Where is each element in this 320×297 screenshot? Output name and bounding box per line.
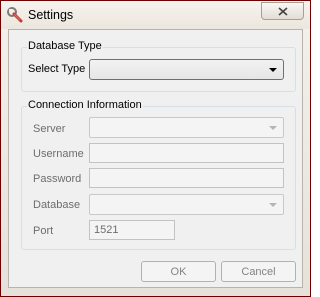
select-type-label: Select Type [28, 63, 86, 75]
password-label: Password [33, 173, 82, 185]
close-button[interactable] [261, 2, 304, 20]
ok-button[interactable]: OK [141, 261, 216, 282]
title-bar[interactable]: Settings [1, 1, 310, 29]
connection-information-group-title: Connection Information [27, 99, 143, 111]
username-label: Username [33, 148, 84, 160]
settings-dialog: Settings Database Type Select Type Conne… [0, 0, 311, 297]
port-label: Port [33, 225, 54, 237]
cancel-button[interactable]: Cancel [221, 261, 296, 282]
database-label: Database [33, 199, 81, 211]
dialog-content: Database Type Select Type Connection Inf… [8, 29, 303, 288]
username-field[interactable] [89, 143, 284, 163]
database-type-group-title: Database Type [27, 40, 103, 52]
settings-wrench-icon [7, 7, 23, 23]
close-icon [277, 6, 288, 16]
window-title: Settings [28, 8, 74, 22]
chevron-down-icon [269, 203, 277, 207]
database-dropdown[interactable] [89, 194, 284, 215]
select-type-dropdown[interactable] [89, 59, 284, 80]
chevron-down-icon [269, 126, 277, 130]
password-field[interactable] [89, 168, 284, 188]
port-field[interactable]: 1521 [89, 220, 175, 240]
chevron-down-icon [269, 68, 277, 72]
server-label: Server [33, 123, 66, 135]
server-dropdown[interactable] [89, 117, 284, 138]
